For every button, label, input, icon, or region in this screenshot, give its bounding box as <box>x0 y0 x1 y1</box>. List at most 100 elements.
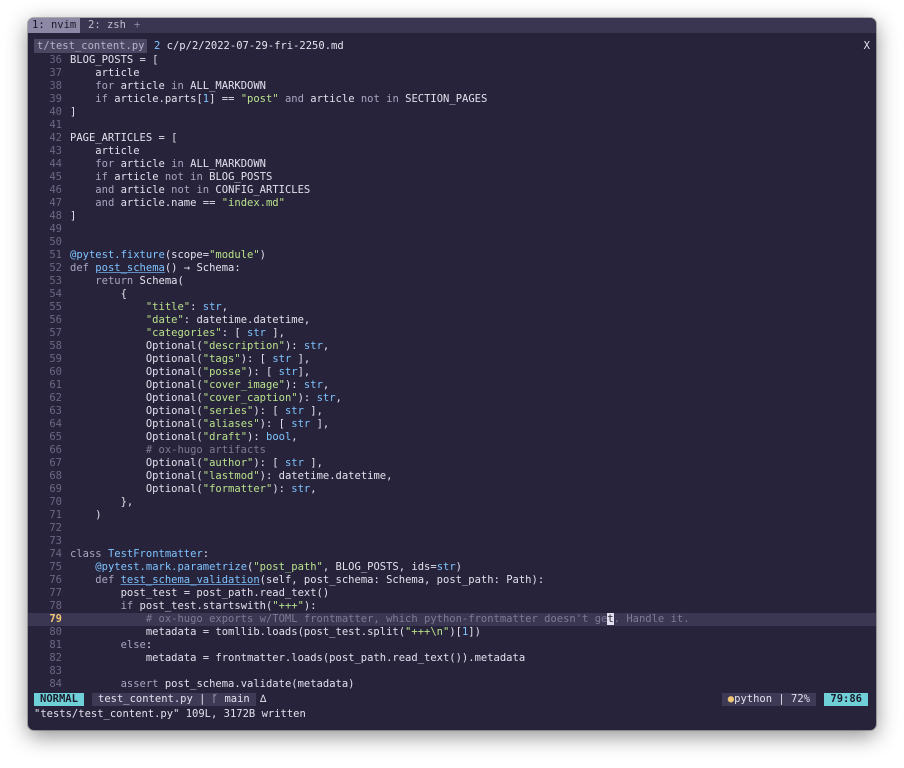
code-line[interactable]: 64 Optional("aliases"): [ str ], <box>28 418 876 431</box>
code-text: assert post_schema.validate(metadata) <box>120 678 355 690</box>
line-number: 42 <box>49 132 62 144</box>
code-line[interactable]: 58 Optional("description"): str, <box>28 340 876 353</box>
code-line[interactable]: 65 Optional("draft"): bool, <box>28 431 876 444</box>
linux-icon: ∆ <box>260 693 267 705</box>
code-line[interactable]: 46 and article not in CONFIG_ARTICLES <box>28 184 876 197</box>
code-line[interactable]: 45 if article not in BLOG_POSTS <box>28 171 876 184</box>
code-text: and article.name == "index.md" <box>95 197 285 209</box>
code-line[interactable]: 70 }, <box>28 496 876 509</box>
code-line[interactable]: 42 PAGE_ARTICLES = [ <box>28 132 876 145</box>
code-line[interactable]: 37 article <box>28 67 876 80</box>
code-line[interactable]: 56 "date": datetime.datetime, <box>28 314 876 327</box>
code-line[interactable]: 63 Optional("series"): [ str ], <box>28 405 876 418</box>
line-number: 50 <box>49 236 62 248</box>
code-text: # ox-hugo exports w/TOML frontmatter, wh… <box>145 613 690 625</box>
code-text: if post_test.startswith("+++"): <box>120 600 317 612</box>
code-line[interactable]: 74 class TestFrontmatter: <box>28 548 876 561</box>
code-editor[interactable]: 36 BLOG_POSTS = [37 article 38 for article… <box>28 54 876 694</box>
line-number: 77 <box>49 587 62 599</box>
line-number: 39 <box>49 93 62 105</box>
code-line[interactable]: 41 <box>28 119 876 132</box>
line-number: 51 <box>49 249 62 261</box>
code-line[interactable]: 66 # ox-hugo artifacts <box>28 444 876 457</box>
code-line[interactable]: 76 def test_schema_validation(self, post… <box>28 574 876 587</box>
code-line[interactable]: 50 <box>28 236 876 249</box>
code-line[interactable]: 60 Optional("posse"): [ str], <box>28 366 876 379</box>
code-line[interactable]: 68 Optional("lastmod"): datetime.datetim… <box>28 470 876 483</box>
code-line[interactable]: 38 for article in ALL_MARKDOWN <box>28 80 876 93</box>
code-line[interactable]: 73 <box>28 535 876 548</box>
code-line[interactable]: 84 assert post_schema.validate(metadata) <box>28 678 876 691</box>
close-icon[interactable]: X <box>864 39 870 53</box>
file-name: test_content.py <box>98 693 193 705</box>
line-number: 72 <box>49 522 62 534</box>
code-line[interactable]: 75 @pytest.mark.parametrize("post_path",… <box>28 561 876 574</box>
line-number: 69 <box>49 483 62 495</box>
line-number: 57 <box>49 327 62 339</box>
code-line[interactable]: 47 and article.name == "index.md" <box>28 197 876 210</box>
line-number: 81 <box>49 639 62 651</box>
code-text: and article not in CONFIG_ARTICLES <box>95 184 311 196</box>
code-line[interactable]: 71 ) <box>28 509 876 522</box>
code-text: Optional("tags"): [ str ], <box>70 353 311 365</box>
tmux-window-nvim[interactable]: 1: nvim <box>28 18 81 33</box>
code-line[interactable]: 72 <box>28 522 876 535</box>
code-line[interactable]: 44 for article in ALL_MARKDOWN <box>28 158 876 171</box>
code-line[interactable]: 52 def post_schema() → Schema: <box>28 262 876 275</box>
buffer-tab-test-content[interactable]: t/test_content.py <box>34 39 148 53</box>
buffer-tab-label: c/p/2/2022-07-29-fri-2250.md <box>166 40 344 52</box>
code-line[interactable]: 77 post_test = post_path.read_text() <box>28 587 876 600</box>
code-text: for article in ALL_MARKDOWN <box>95 80 267 92</box>
line-number: 58 <box>49 340 62 352</box>
code-line[interactable]: 59 Optional("tags"): [ str ], <box>28 353 876 366</box>
code-line[interactable]: 39 if article.parts[1] == "post" and art… <box>28 93 876 106</box>
code-line[interactable]: 51 @pytest.fixture(scope="module") <box>28 249 876 262</box>
code-line[interactable]: 62 Optional("cover_caption"): str, <box>28 392 876 405</box>
code-line[interactable]: 48] <box>28 210 876 223</box>
code-line[interactable]: 49 <box>28 223 876 236</box>
buffer-tabline: t/test_content.py 2 c/p/2/2022-07-29-fri… <box>28 39 876 53</box>
code-text: def test_schema_validation(self, post_sc… <box>95 574 545 586</box>
code-line[interactable]: 81 else: <box>28 639 876 652</box>
line-number: 56 <box>49 314 62 326</box>
code-text: "title": str, <box>145 301 229 313</box>
line-number: 43 <box>49 145 62 157</box>
buffer-tab-markdown[interactable]: 2 c/p/2/2022-07-29-fri-2250.md <box>151 39 347 53</box>
tmux-window-zsh[interactable]: 2: zsh <box>84 18 130 33</box>
line-number: 54 <box>49 288 62 300</box>
code-line[interactable]: 82 metadata = frontmatter.loads(post_pat… <box>28 652 876 665</box>
git-branch: main <box>224 693 250 705</box>
git-branch-icon: ᚴ <box>211 693 219 705</box>
code-line[interactable]: 40] <box>28 106 876 119</box>
code-line[interactable]: 54 { <box>28 288 876 301</box>
code-line[interactable]: 67 Optional("author"): [ str ], <box>28 457 876 470</box>
code-text: Optional("cover_caption"): str, <box>70 392 342 404</box>
line-number: 48 <box>49 210 62 222</box>
line-number: 61 <box>49 379 62 391</box>
mode-indicator: NORMAL <box>34 693 84 706</box>
code-line[interactable]: 69 Optional("formatter"): str, <box>28 483 876 496</box>
line-number: 44 <box>49 158 62 170</box>
statusline: NORMAL test_content.py | ᚴ main ∆ ●pytho… <box>28 693 876 706</box>
code-text: article <box>70 67 140 79</box>
new-window-icon[interactable]: + <box>134 18 140 33</box>
code-line[interactable]: 55 "title": str, <box>28 301 876 314</box>
line-number: 82 <box>49 652 62 664</box>
code-line[interactable]: 43 article <box>28 145 876 158</box>
code-text: post_test = post_path.read_text() <box>70 587 330 599</box>
code-line[interactable]: 53 return Schema( <box>28 275 876 288</box>
code-line[interactable]: 80 metadata = tomllib.loads(post_test.sp… <box>28 626 876 639</box>
line-number: 63 <box>49 405 62 417</box>
code-line[interactable]: 36 BLOG_POSTS = [ <box>28 54 876 67</box>
code-text: Optional("author"): [ str ], <box>70 457 323 469</box>
line-number: 46 <box>49 184 62 196</box>
code-line[interactable]: 78 if post_test.startswith("+++"): <box>28 600 876 613</box>
code-text: @pytest.fixture(scope="module") <box>70 249 266 261</box>
code-line[interactable]: 83 <box>28 665 876 678</box>
line-number: 79 <box>49 613 62 625</box>
code-line[interactable]: 79 # ox-hugo exports w/TOML frontmatter,… <box>28 613 876 626</box>
line-number: 53 <box>49 275 62 287</box>
code-line[interactable]: 61 Optional("cover_image"): str, <box>28 379 876 392</box>
line-number: 38 <box>49 80 62 92</box>
code-line[interactable]: 57 "categories": [ str ], <box>28 327 876 340</box>
